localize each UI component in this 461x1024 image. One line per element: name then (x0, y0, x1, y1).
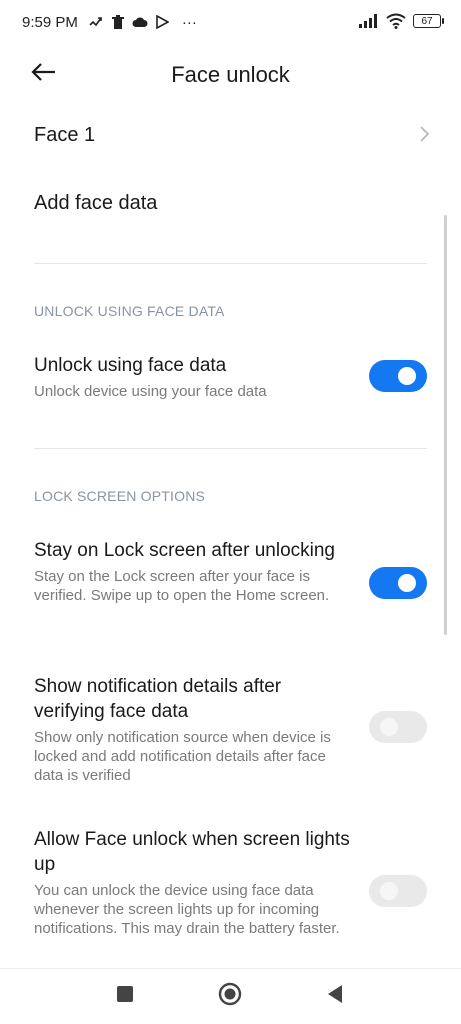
scrollbar[interactable] (444, 215, 447, 635)
navigation-bar (0, 968, 461, 1024)
circle-icon (218, 982, 242, 1011)
recents-button[interactable] (112, 983, 138, 1009)
unlock-face-toggle[interactable] (369, 360, 427, 392)
divider (34, 448, 427, 449)
setting-title: Allow Face unlock when screen lights up (34, 829, 350, 875)
face-1-item[interactable]: Face 1 (0, 112, 461, 160)
setting-show-notif[interactable]: Show notification details after verifyin… (34, 674, 354, 785)
setting-desc: Stay on the Lock screen after your face … (34, 568, 330, 604)
cloud-icon (132, 14, 148, 30)
square-icon (116, 985, 134, 1008)
setting-desc: Unlock device using your face data (34, 383, 267, 400)
setting-title: Unlock using face data (34, 355, 227, 376)
stay-lock-toggle[interactable] (369, 567, 427, 599)
phone-missed-icon (88, 14, 104, 30)
more-notifications: ··· (181, 13, 197, 31)
section-header-unlock: UNLOCK USING FACE DATA (34, 303, 225, 319)
setting-title: Stay on Lock screen after unlocking (34, 540, 336, 561)
status-right: 67 (359, 13, 444, 29)
setting-title: Show notification details after verifyin… (34, 676, 282, 722)
app-bar: Face unlock (0, 48, 461, 102)
status-left: 9:59 PM ··· (22, 14, 197, 31)
back-nav-button[interactable] (322, 983, 348, 1009)
setting-desc: You can unlock the device using face dat… (34, 882, 340, 937)
divider (34, 263, 427, 264)
home-button[interactable] (217, 982, 243, 1011)
section-header-lock-screen: LOCK SCREEN OPTIONS (34, 488, 206, 504)
play-store-icon (154, 14, 170, 30)
toggle-knob (380, 882, 398, 900)
face-1-label: Face 1 (34, 124, 96, 146)
setting-stay-lock[interactable]: Stay on Lock screen after unlocking Stay… (34, 538, 354, 605)
setting-desc: Show only notification source when devic… (34, 729, 331, 784)
setting-allow-lights[interactable]: Allow Face unlock when screen lights up … (34, 827, 354, 938)
toggle-knob (398, 574, 416, 592)
toggle-knob (380, 718, 398, 736)
battery-level: 67 (421, 15, 433, 27)
setting-unlock-face[interactable]: Unlock using face data Unlock device usi… (34, 353, 354, 401)
wifi-icon (386, 13, 406, 29)
page-title: Face unlock (171, 62, 290, 87)
show-notif-toggle[interactable] (369, 711, 427, 743)
chevron-right-icon (419, 124, 431, 149)
battery-icon: 67 (413, 14, 444, 28)
signal-icon (359, 13, 379, 29)
add-face-data-button[interactable]: Add face data (34, 192, 157, 215)
triangle-back-icon (326, 984, 344, 1009)
status-time: 9:59 PM (22, 13, 78, 31)
status-bar: 9:59 PM ··· 67 (0, 0, 461, 44)
trash-icon (110, 14, 126, 30)
allow-lights-toggle[interactable] (369, 875, 427, 907)
toggle-knob (398, 367, 416, 385)
